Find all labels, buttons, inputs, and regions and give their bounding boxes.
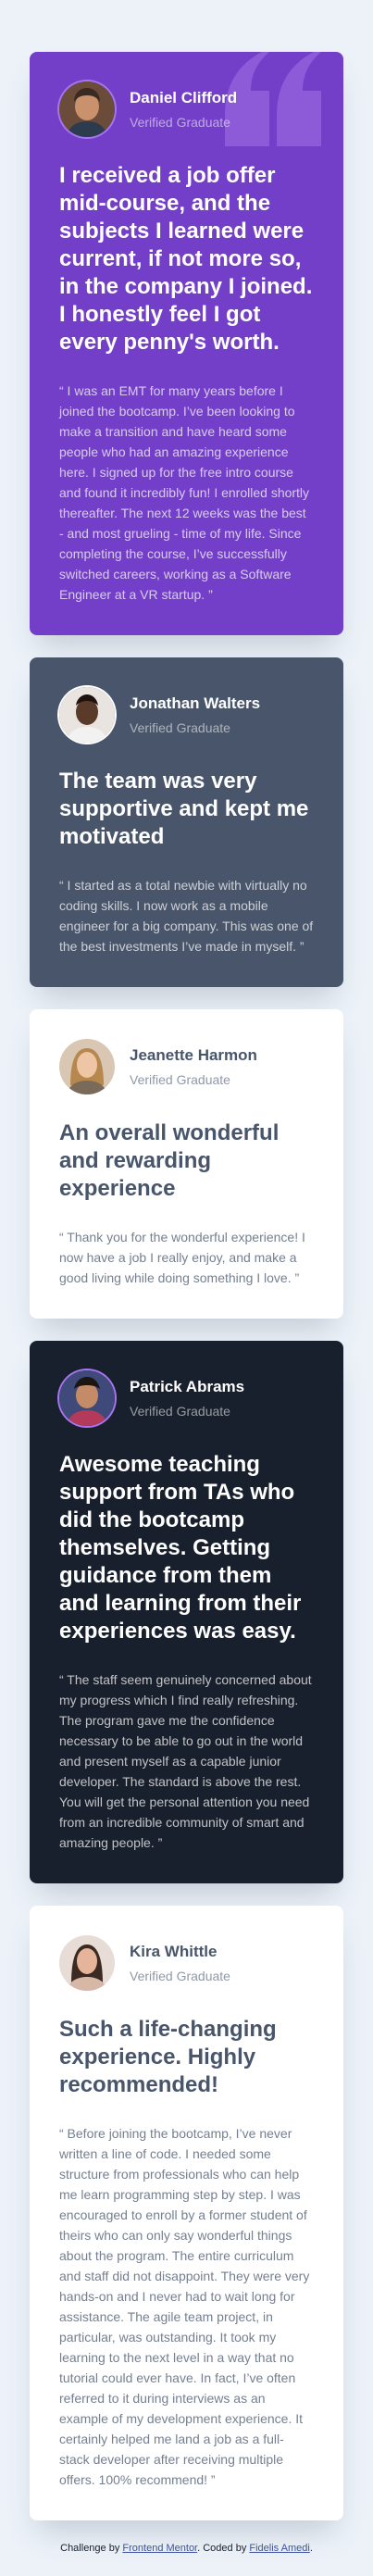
avatar [59,81,115,137]
testimonial-body: “ Before joining the bootcamp, I’ve neve… [59,2126,310,2487]
testimonial-name: Kira Whittle [130,1942,218,1960]
avatar [59,687,115,743]
attribution-suffix: . [309,2543,313,2554]
testimonial-card-jeanette: Jeanette Harmon Verified Graduate An ove… [30,1009,343,1319]
testimonial-name: Jeanette Harmon [130,1045,257,1064]
testimonial-card-patrick: Patrick Abrams Verified Graduate Awesome… [30,1341,343,1883]
testimonial-headline: Such a life-changing experience. Highly … [59,2017,277,2097]
frontend-mentor-link[interactable]: Frontend Mentor [122,2543,197,2554]
avatar [59,1935,115,1991]
author-link[interactable]: Fidelis Amedi [249,2543,309,2554]
testimonial-role: Verified Graduate [130,114,230,130]
card-header: Daniel Clifford Verified Graduate [59,81,314,137]
testimonial-name: Patrick Abrams [130,1377,245,1395]
attribution: Challenge by Frontend Mentor. Coded by F… [0,2543,373,2554]
card-header: Patrick Abrams Verified Graduate [59,1370,314,1426]
testimonial-headline: An overall wonderful and rewarding exper… [59,1120,280,1201]
testimonial-card-jonathan: Jonathan Walters Verified Graduate The t… [30,657,343,987]
testimonial-role: Verified Graduate [130,1968,230,1983]
avatar [59,1039,115,1094]
testimonial-body: “ I was an EMT for many years before I j… [59,383,310,602]
testimonial-headline: I received a job offer mid-course, and t… [59,163,313,355]
avatar [59,1370,115,1426]
testimonial-body: “ The staff seem genuinely concerned abo… [59,1672,312,1850]
testimonial-headline: Awesome teaching support from TAs who di… [59,1452,302,1644]
testimonial-body: “ I started as a total newbie with virtu… [59,878,314,954]
attribution-prefix: Challenge by [60,2543,123,2554]
testimonial-role: Verified Graduate [130,1403,230,1419]
testimonial-card-kira: Kira Whittle Verified Graduate Such a li… [30,1906,343,2520]
testimonial-role: Verified Graduate [130,1071,230,1087]
testimonial-name: Jonathan Walters [130,694,261,712]
card-header: Jonathan Walters Verified Graduate [59,687,314,743]
testimonial-card-daniel: Daniel Clifford Verified Graduate I rece… [30,52,343,635]
testimonial-body: “ Thank you for the wonderful experience… [59,1230,305,1285]
card-header: Kira Whittle Verified Graduate [59,1935,314,1991]
testimonial-role: Verified Graduate [130,719,230,735]
testimonial-headline: The team was very supportive and kept me… [59,769,309,849]
attribution-middle: . Coded by [197,2543,250,2554]
card-header: Jeanette Harmon Verified Graduate [59,1039,314,1094]
testimonial-name: Daniel Clifford [130,88,238,106]
